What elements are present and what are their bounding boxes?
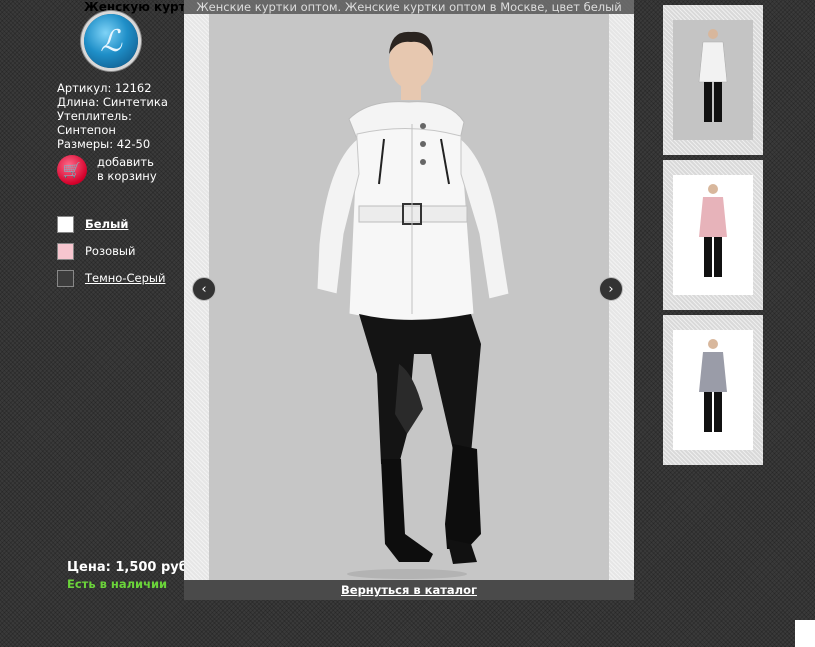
- add-to-cart-line2[interactable]: в корзину: [97, 169, 157, 183]
- product-price: Цена: 1,500 руб.: [67, 560, 193, 575]
- brand-logo[interactable]: ℒ: [84, 14, 138, 68]
- next-image-button[interactable]: ›: [599, 277, 623, 301]
- back-to-catalog-link[interactable]: Вернуться в каталог: [341, 583, 477, 597]
- image-lightbox: Женские куртки оптом. Женские куртки опт…: [184, 0, 634, 600]
- color-options: Белый Розовый Темно-Серый: [57, 215, 165, 296]
- thumbnail-list: [663, 5, 763, 470]
- chevron-right-icon: ›: [608, 281, 614, 297]
- spec-article: Артикул: 12162: [57, 81, 152, 95]
- color-label-pink[interactable]: Розовый: [85, 244, 135, 258]
- add-to-cart-button[interactable]: 🛒 добавить в корзину: [57, 155, 157, 185]
- color-label-white[interactable]: Белый: [85, 217, 128, 231]
- thumbnail-pink[interactable]: [663, 160, 763, 310]
- product-specs: Артикул: 12162 Длина: Синтетика Утеплите…: [57, 81, 168, 151]
- add-to-cart-label[interactable]: добавить в корзину: [97, 155, 157, 183]
- product-photo: [209, 14, 609, 580]
- thumbnail-pink-image[interactable]: [673, 175, 753, 295]
- color-option-dark-gray[interactable]: Темно-Серый: [57, 269, 165, 287]
- thumbnail-white[interactable]: [663, 5, 763, 155]
- thumbnail-white-image[interactable]: [673, 20, 753, 140]
- chevron-left-icon: ‹: [201, 281, 207, 297]
- spec-insulation-label: Утеплитель:: [57, 109, 132, 123]
- thumbnail-dark-gray-image[interactable]: [673, 330, 753, 450]
- spec-insulation-value: Синтепон: [57, 123, 116, 137]
- color-swatch-white[interactable]: [57, 215, 74, 233]
- stock-status: Есть в наличии: [67, 577, 168, 591]
- color-option-pink[interactable]: Розовый: [57, 242, 165, 260]
- corner-box: [795, 620, 815, 647]
- previous-image-button[interactable]: ‹: [192, 277, 216, 301]
- lightbox-title: Женские куртки оптом. Женские куртки опт…: [184, 0, 634, 14]
- spec-sizes: Размеры: 42-50: [57, 137, 151, 151]
- thumbnail-dark-gray[interactable]: [663, 315, 763, 465]
- spec-length: Длина: Синтетика: [57, 95, 168, 109]
- color-option-white[interactable]: Белый: [57, 215, 165, 233]
- model-white-jacket-image: [316, 31, 510, 579]
- color-swatch-pink[interactable]: [57, 242, 74, 260]
- lightbox-footer: Вернуться в каталог: [184, 580, 634, 600]
- color-label-dark-gray[interactable]: Темно-Серый: [85, 271, 165, 285]
- logo-monogram-icon: ℒ: [100, 23, 122, 59]
- color-swatch-dark-gray[interactable]: [57, 269, 74, 287]
- shopping-cart-icon[interactable]: 🛒: [57, 155, 87, 185]
- add-to-cart-line1[interactable]: добавить: [97, 155, 157, 169]
